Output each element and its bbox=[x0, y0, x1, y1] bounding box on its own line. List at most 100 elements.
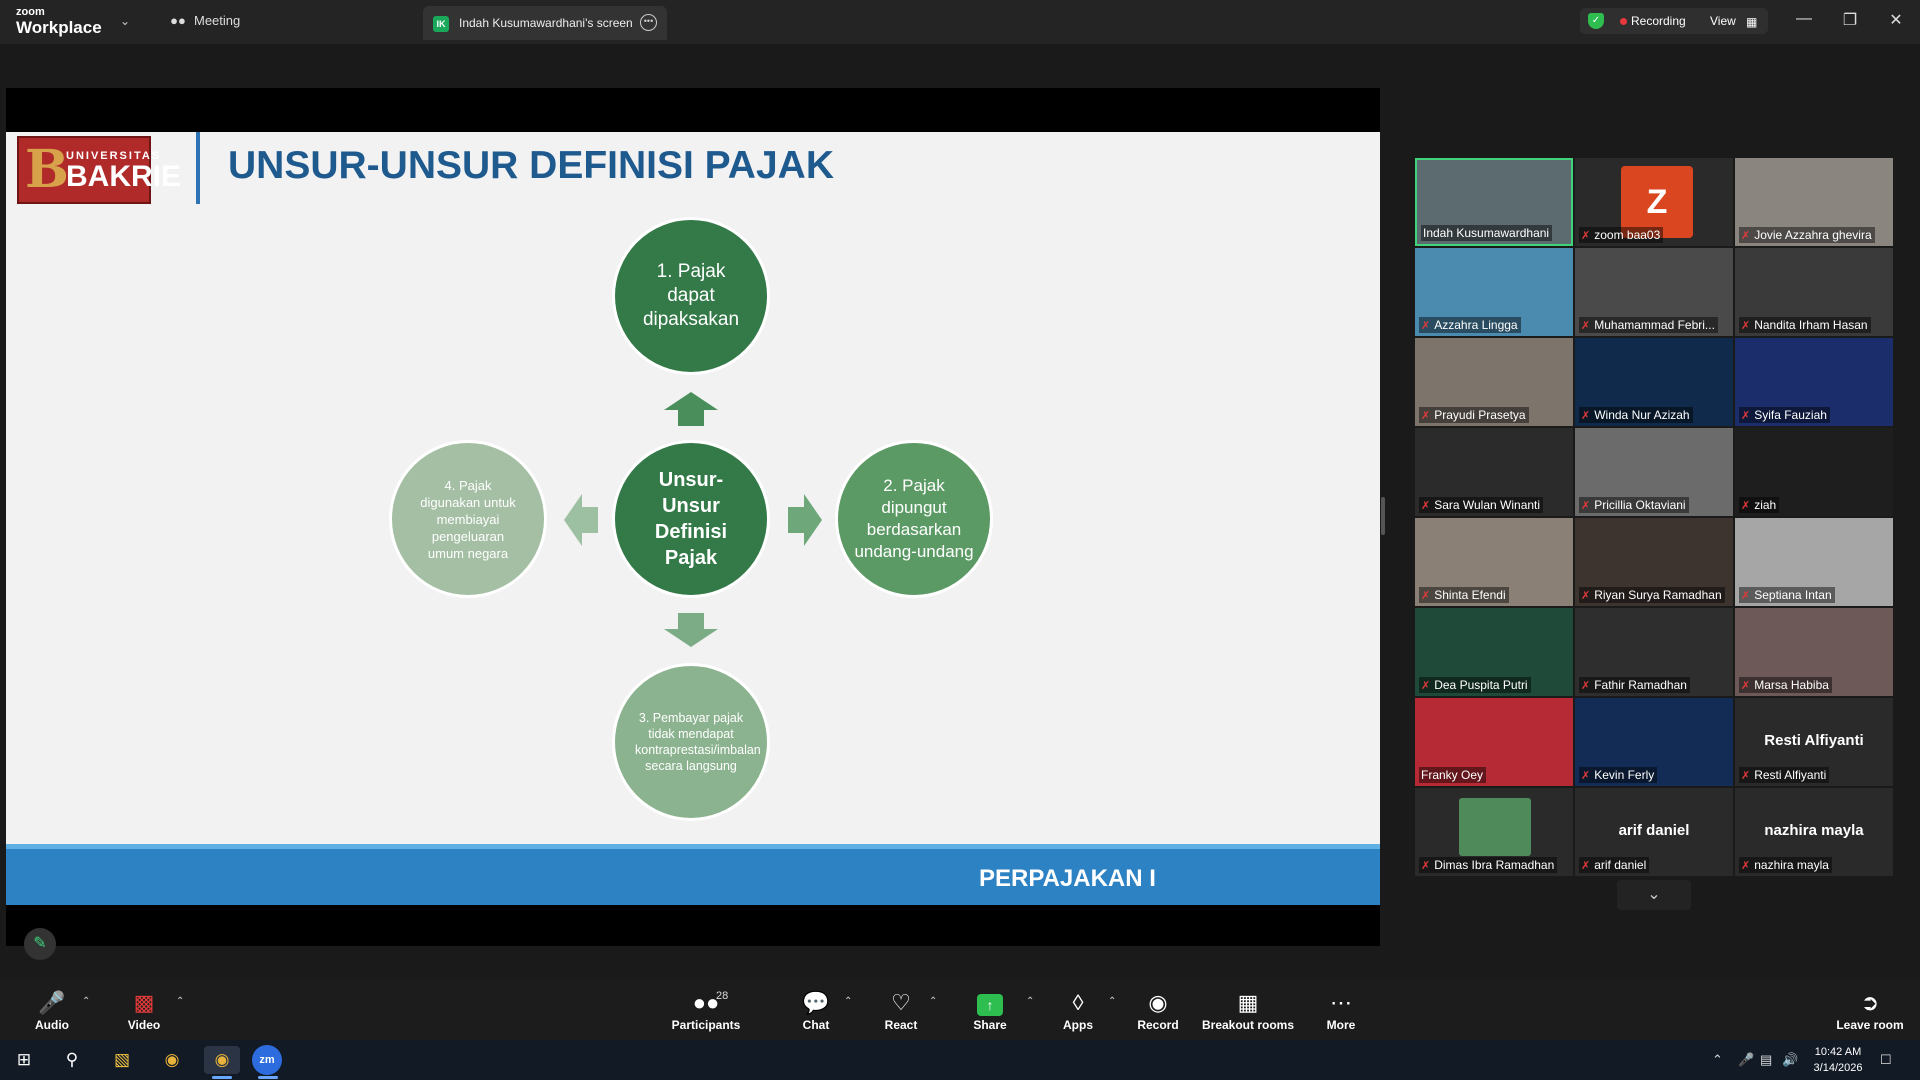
center-text: Unsur-Unsur Definisi Pajak bbox=[654, 469, 728, 569]
clock-time: 10:42 AM bbox=[1814, 1046, 1862, 1058]
participant-name: ✗ nazhira mayla bbox=[1739, 857, 1832, 873]
participant-name: ✗ Muhamammad Febri... bbox=[1579, 317, 1718, 333]
close-icon[interactable]: ✕ bbox=[1886, 10, 1906, 30]
minimize-icon[interactable]: — bbox=[1794, 10, 1814, 28]
chevron-up-icon[interactable]: ⌃ bbox=[1712, 1052, 1723, 1068]
recording-label[interactable]: Recording bbox=[1631, 14, 1686, 28]
participant-tile[interactable]: ✗ Dimas Ibra Ramadhan bbox=[1415, 788, 1573, 876]
participants-count: 28 bbox=[716, 990, 729, 1002]
participant-tile[interactable]: ✗ Marsa Habiba bbox=[1735, 608, 1893, 696]
tab-shared-screen[interactable]: IK Indah Kusumawardhani's screen ••• bbox=[423, 6, 667, 40]
file-explorer-icon[interactable]: ▧ bbox=[104, 1046, 140, 1074]
participant-name: ✗ Fathir Ramadhan bbox=[1579, 677, 1690, 693]
footer-text: PERPAJAKAN I bbox=[979, 865, 1156, 892]
circle-item-2: 2. Pajak dipungut berdasarkan undang-und… bbox=[835, 440, 993, 598]
volume-icon[interactable]: 🔊 bbox=[1782, 1052, 1798, 1068]
participant-name: ✗ Sara Wulan Winanti bbox=[1419, 497, 1544, 513]
participant-tile[interactable]: ✗ Pricillia Oktaviani bbox=[1575, 428, 1733, 516]
participant-tile[interactable]: ✗ Sara Wulan Winanti bbox=[1415, 428, 1573, 516]
share-button[interactable]: ↑ Share ⌃ bbox=[940, 990, 1040, 1032]
zoom-app-icon[interactable]: zm bbox=[252, 1045, 282, 1075]
notification-icon[interactable]: ☐ bbox=[1880, 1052, 1892, 1068]
audio-button[interactable]: 🎤 Audio ⌃ bbox=[2, 990, 102, 1032]
search-icon[interactable]: ⚲ bbox=[54, 1046, 90, 1074]
participant-name: Indah Kusumawardhani bbox=[1421, 225, 1553, 241]
participant-tile[interactable]: ✗ Prayudi Prasetya bbox=[1415, 338, 1573, 426]
leave-icon: ➲ bbox=[1860, 990, 1880, 1015]
participant-name: ✗ Marsa Habiba bbox=[1739, 677, 1832, 693]
participant-tile[interactable]: ✗ Azzahra Lingga bbox=[1415, 248, 1573, 336]
slide-footer: PERPAJAKAN I bbox=[6, 849, 1380, 905]
tab-share-label: Indah Kusumawardhani's screen bbox=[459, 16, 633, 30]
participant-tile[interactable]: ✗ Muhamammad Febri... bbox=[1575, 248, 1733, 336]
network-icon[interactable]: ▤ bbox=[1760, 1052, 1772, 1068]
participant-tile[interactable]: ✗ Riyan Surya Ramadhan bbox=[1575, 518, 1733, 606]
mic-muted-icon: ✗ bbox=[1581, 680, 1591, 692]
tab-meeting[interactable]: ●● Meeting bbox=[170, 13, 240, 28]
windows-start-icon[interactable]: ⊞ bbox=[6, 1046, 42, 1074]
participant-tile[interactable]: Franky Oey bbox=[1415, 698, 1573, 786]
participant-tile[interactable]: Resti Alfiyanti ✗ Resti Alfiyanti bbox=[1735, 698, 1893, 786]
participant-name: ✗ Riyan Surya Ramadhan bbox=[1579, 587, 1725, 603]
participant-tile[interactable]: ✗ ziah bbox=[1735, 428, 1893, 516]
mic-muted-icon: ✗ bbox=[1581, 590, 1591, 602]
mic-muted-icon: ✗ bbox=[1581, 230, 1591, 242]
windows-taskbar: ⊞ ⚲ ▧ ◉ ◉ zm ⌃ 🎤 ▤ 🔊 10:42 AM 3/14/2026 … bbox=[0, 1040, 1920, 1080]
grid-view-icon[interactable]: ▦ bbox=[1746, 15, 1757, 29]
mic-muted-icon: ✗ bbox=[1421, 410, 1431, 422]
gallery-scroll-down-button[interactable]: ⌄ bbox=[1617, 880, 1691, 910]
university-logo: B UNIVERSITAS BAKRIE bbox=[17, 136, 181, 204]
participant-tile[interactable]: ✗ Winda Nur Azizah bbox=[1575, 338, 1733, 426]
participant-tile[interactable]: Z ✗ zoom baa03 bbox=[1575, 158, 1733, 246]
zoom-logo[interactable]: zoom Workplace bbox=[16, 7, 102, 37]
record-icon: ◉ bbox=[1148, 990, 1168, 1015]
title-bar: zoom Workplace ⌄ ●● Meeting IK Indah Kusu… bbox=[0, 0, 1920, 44]
logo-bottom-text: BAKRIE bbox=[66, 160, 182, 193]
restore-icon[interactable]: ❐ bbox=[1840, 10, 1860, 30]
presenter-initials-icon: IK bbox=[433, 16, 449, 32]
participant-tile[interactable]: ✗ Shinta Efendi bbox=[1415, 518, 1573, 606]
chrome-icon-active[interactable]: ◉ bbox=[204, 1046, 240, 1074]
more-icon: ⋯ bbox=[1330, 990, 1352, 1015]
react-button[interactable]: ♡ React ⌃ bbox=[851, 990, 951, 1032]
system-clock[interactable]: 10:42 AM 3/14/2026 bbox=[1803, 1044, 1873, 1076]
participants-button[interactable]: ●● 28 Participants bbox=[656, 990, 756, 1032]
participant-tile[interactable]: ✗ Septiana Intan bbox=[1735, 518, 1893, 606]
participant-name: ✗ Nandita Irham Hasan bbox=[1739, 317, 1871, 333]
record-button[interactable]: ◉ Record bbox=[1108, 990, 1208, 1032]
participant-tile[interactable]: ✗ Kevin Ferly bbox=[1575, 698, 1733, 786]
participant-tile[interactable]: ✗ Fathir Ramadhan bbox=[1575, 608, 1733, 696]
participant-tile[interactable]: ✗ Nandita Irham Hasan bbox=[1735, 248, 1893, 336]
participant-name: Franky Oey bbox=[1419, 767, 1487, 783]
active-app-indicator bbox=[258, 1076, 278, 1079]
chevron-up-icon[interactable]: ⌃ bbox=[176, 996, 184, 1007]
recording-dot-icon bbox=[1620, 18, 1627, 25]
view-button[interactable]: View bbox=[1710, 14, 1736, 28]
mic-muted-icon: ✗ bbox=[1741, 860, 1751, 872]
share-screen-icon: ↑ bbox=[940, 990, 1040, 1016]
chevron-up-icon[interactable]: ⌃ bbox=[82, 996, 90, 1007]
mic-muted-icon: ✗ bbox=[1581, 770, 1591, 782]
arrow-down-icon bbox=[664, 613, 718, 647]
panel-resize-handle[interactable] bbox=[1381, 497, 1385, 535]
record-label: Record bbox=[1137, 1018, 1179, 1032]
leave-room-button[interactable]: ➲ Leave room bbox=[1820, 990, 1920, 1032]
microphone-icon[interactable]: 🎤 bbox=[1738, 1052, 1754, 1068]
chevron-down-icon[interactable]: ⌄ bbox=[120, 14, 130, 28]
participant-tile[interactable]: Indah Kusumawardhani bbox=[1415, 158, 1573, 246]
more-options-icon[interactable]: ••• bbox=[640, 14, 657, 31]
participant-tile[interactable]: ✗ Syifa Fauziah bbox=[1735, 338, 1893, 426]
video-button[interactable]: ▩ Video ⌃ bbox=[94, 990, 194, 1032]
breakout-rooms-button[interactable]: ▦ Breakout rooms bbox=[1198, 990, 1298, 1032]
annotate-pen-icon[interactable]: ✎ bbox=[24, 928, 56, 960]
more-button[interactable]: ⋯ More bbox=[1291, 990, 1391, 1032]
chevron-up-icon[interactable]: ⌃ bbox=[929, 996, 937, 1007]
participant-tile[interactable]: nazhira mayla ✗ nazhira mayla bbox=[1735, 788, 1893, 876]
shield-icon[interactable]: ✓ bbox=[1588, 13, 1604, 29]
participant-tile[interactable]: ✗ Dea Puspita Putri bbox=[1415, 608, 1573, 696]
participant-tile[interactable]: ✗ Jovie Azzahra ghevira bbox=[1735, 158, 1893, 246]
mic-muted-icon: ✗ bbox=[1581, 860, 1591, 872]
chrome-icon[interactable]: ◉ bbox=[154, 1046, 190, 1074]
participant-tile[interactable]: arif daniel ✗ arif daniel bbox=[1575, 788, 1733, 876]
participants-label: Participants bbox=[671, 1018, 741, 1032]
